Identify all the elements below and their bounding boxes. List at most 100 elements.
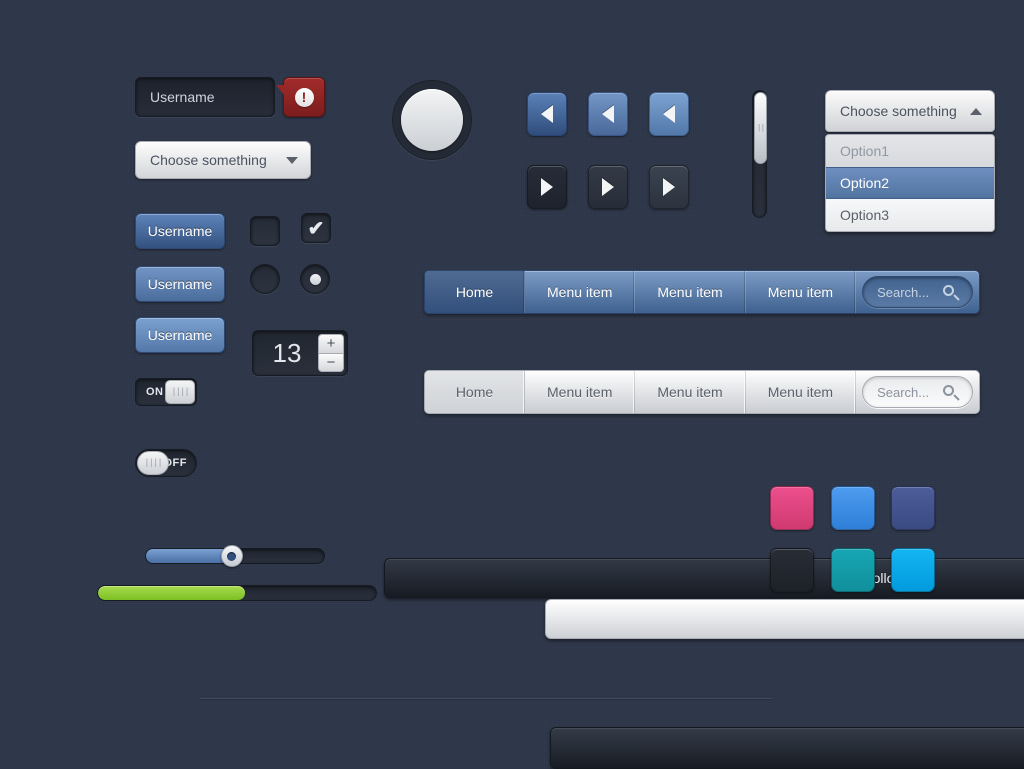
round-knob[interactable] [392, 80, 472, 160]
swatch-pink[interactable] [770, 486, 814, 530]
tooltip-light[interactable]: Follow me [545, 599, 1024, 639]
dropdown-header-label: Choose something [840, 103, 957, 119]
chevron-up-icon [970, 107, 982, 115]
swatch-blue[interactable] [831, 486, 875, 530]
navbar-dark-search-input[interactable]: Search... [862, 276, 973, 308]
username-button-2[interactable]: Username [135, 266, 225, 302]
progress-bar-fill [98, 586, 246, 600]
next-button-1[interactable] [527, 165, 567, 209]
round-knob-inner [401, 89, 463, 151]
username-input-value: Username [150, 89, 215, 105]
toggle-on-label: ON [146, 386, 164, 398]
username-button-3[interactable]: Username [135, 317, 225, 353]
check-icon: ✔ [307, 217, 325, 240]
navbar-light-item-2-label: Menu item [547, 384, 613, 400]
checkbox-unchecked[interactable] [250, 216, 280, 246]
scrollbar-thumb[interactable]: || [754, 92, 767, 164]
dropdown-option-2[interactable]: Option2 [826, 167, 994, 199]
username-button-2-label: Username [147, 276, 213, 292]
dropdown-option-2-label: Option2 [840, 175, 890, 191]
grip-icon: || [756, 123, 766, 133]
progress-bar [97, 585, 377, 601]
search-icon[interactable] [943, 384, 960, 401]
dropdown-open: Choose something Option1 Option2 Option3 [825, 90, 995, 232]
navbar-light-item-3-label: Menu item [657, 384, 723, 400]
navbar-light: Home Menu item Menu item Menu item Searc… [424, 370, 980, 414]
divider [200, 698, 772, 699]
navbar-light-item-home[interactable]: Home [425, 371, 525, 413]
select-label: Choose something [150, 152, 267, 168]
toggle-on-knob[interactable]: |||| [165, 380, 195, 404]
navbar-dark-item-home-label: Home [455, 284, 494, 300]
slider-handle[interactable] [220, 545, 243, 567]
username-button-3-label: Username [147, 327, 213, 343]
error-badge: ! [276, 77, 325, 117]
dropdown-option-3-label: Option3 [840, 207, 890, 223]
triangle-right-icon [541, 178, 553, 196]
radio-selected[interactable] [300, 264, 330, 294]
swatch-cyan[interactable] [891, 548, 935, 592]
number-stepper[interactable]: 13 + − [252, 330, 348, 376]
navbar-dark-item-2-label: Menu item [547, 284, 613, 300]
grip-icon: |||| [144, 458, 163, 468]
navbar-light-item-home-label: Home [455, 384, 494, 400]
navbar-light-item-2[interactable]: Menu item [525, 371, 636, 413]
navbar-dark-item-3-label: Menu item [657, 284, 723, 300]
username-input[interactable]: Username [135, 77, 275, 117]
navbar-dark-item-4-label: Menu item [767, 284, 834, 300]
prev-button-3[interactable] [649, 92, 689, 136]
stepper-increment-button[interactable]: + [318, 334, 344, 353]
swatch-charcoal[interactable] [770, 548, 814, 592]
navbar-dark-item-2[interactable]: Menu item [525, 271, 636, 313]
username-button-1-label: Username [147, 223, 213, 239]
stepper-buttons: + − [318, 334, 344, 372]
prev-button-1[interactable] [527, 92, 567, 136]
navbar-dark-item-home[interactable]: Home [425, 271, 525, 313]
navbar-dark-search-placeholder: Search... [877, 284, 930, 300]
scrollbar-vertical[interactable]: || [752, 90, 767, 218]
radio-dot-icon [309, 273, 321, 285]
swatch-teal[interactable] [831, 548, 875, 592]
navbar-light-item-4-label: Menu item [767, 384, 834, 400]
stepper-decrement-button[interactable]: − [318, 352, 344, 372]
navbar-light-item-4[interactable]: Menu item [746, 371, 857, 413]
triangle-right-icon [663, 178, 675, 196]
navbar-light-search-placeholder: Search... [877, 384, 930, 400]
navbar-dark-item-4[interactable]: Menu item [746, 271, 857, 313]
toggle-on[interactable]: ON |||| [135, 378, 197, 406]
chevron-down-icon [286, 156, 298, 164]
exclamation-icon: ! [294, 87, 314, 107]
navbar-dark: Home Menu item Menu item Menu item Searc… [424, 270, 980, 314]
dropdown-option-3[interactable]: Option3 [826, 199, 994, 231]
navbar-light-search-wrap: Search... [856, 371, 979, 413]
dropdown-list: Option1 Option2 Option3 [825, 134, 995, 232]
dropdown-header[interactable]: Choose something [825, 90, 995, 132]
navbar-dark-item-3[interactable]: Menu item [635, 271, 746, 313]
triangle-right-icon [602, 178, 614, 196]
radio-unselected[interactable] [250, 264, 280, 294]
username-button-1[interactable]: Username [135, 213, 225, 249]
navbar-light-item-3[interactable]: Menu item [635, 371, 746, 413]
checkbox-checked[interactable]: ✔ [301, 213, 331, 243]
navbar-dark-search-wrap: Search... [856, 271, 979, 313]
tooltip-arrow[interactable]: Follow me [550, 727, 1024, 769]
toggle-off-knob[interactable]: |||| [137, 451, 169, 475]
search-icon[interactable] [943, 284, 960, 301]
triangle-left-icon [602, 105, 614, 123]
toggle-off[interactable]: OFF |||| [135, 449, 197, 477]
slider-fill [146, 549, 232, 563]
stepper-value: 13 [272, 337, 302, 368]
triangle-left-icon [663, 105, 675, 123]
select-choose-something[interactable]: Choose something [135, 141, 311, 179]
slider[interactable] [145, 545, 325, 567]
username-input-row: Username ! [135, 77, 325, 117]
prev-button-2[interactable] [588, 92, 628, 136]
next-button-2[interactable] [588, 165, 628, 209]
dropdown-option-1[interactable]: Option1 [826, 135, 994, 167]
triangle-left-icon [541, 105, 553, 123]
grip-icon: |||| [171, 387, 190, 397]
swatch-indigo[interactable] [891, 486, 935, 530]
dropdown-option-1-label: Option1 [840, 143, 890, 159]
navbar-light-search-input[interactable]: Search... [862, 376, 973, 408]
next-button-3[interactable] [649, 165, 689, 209]
